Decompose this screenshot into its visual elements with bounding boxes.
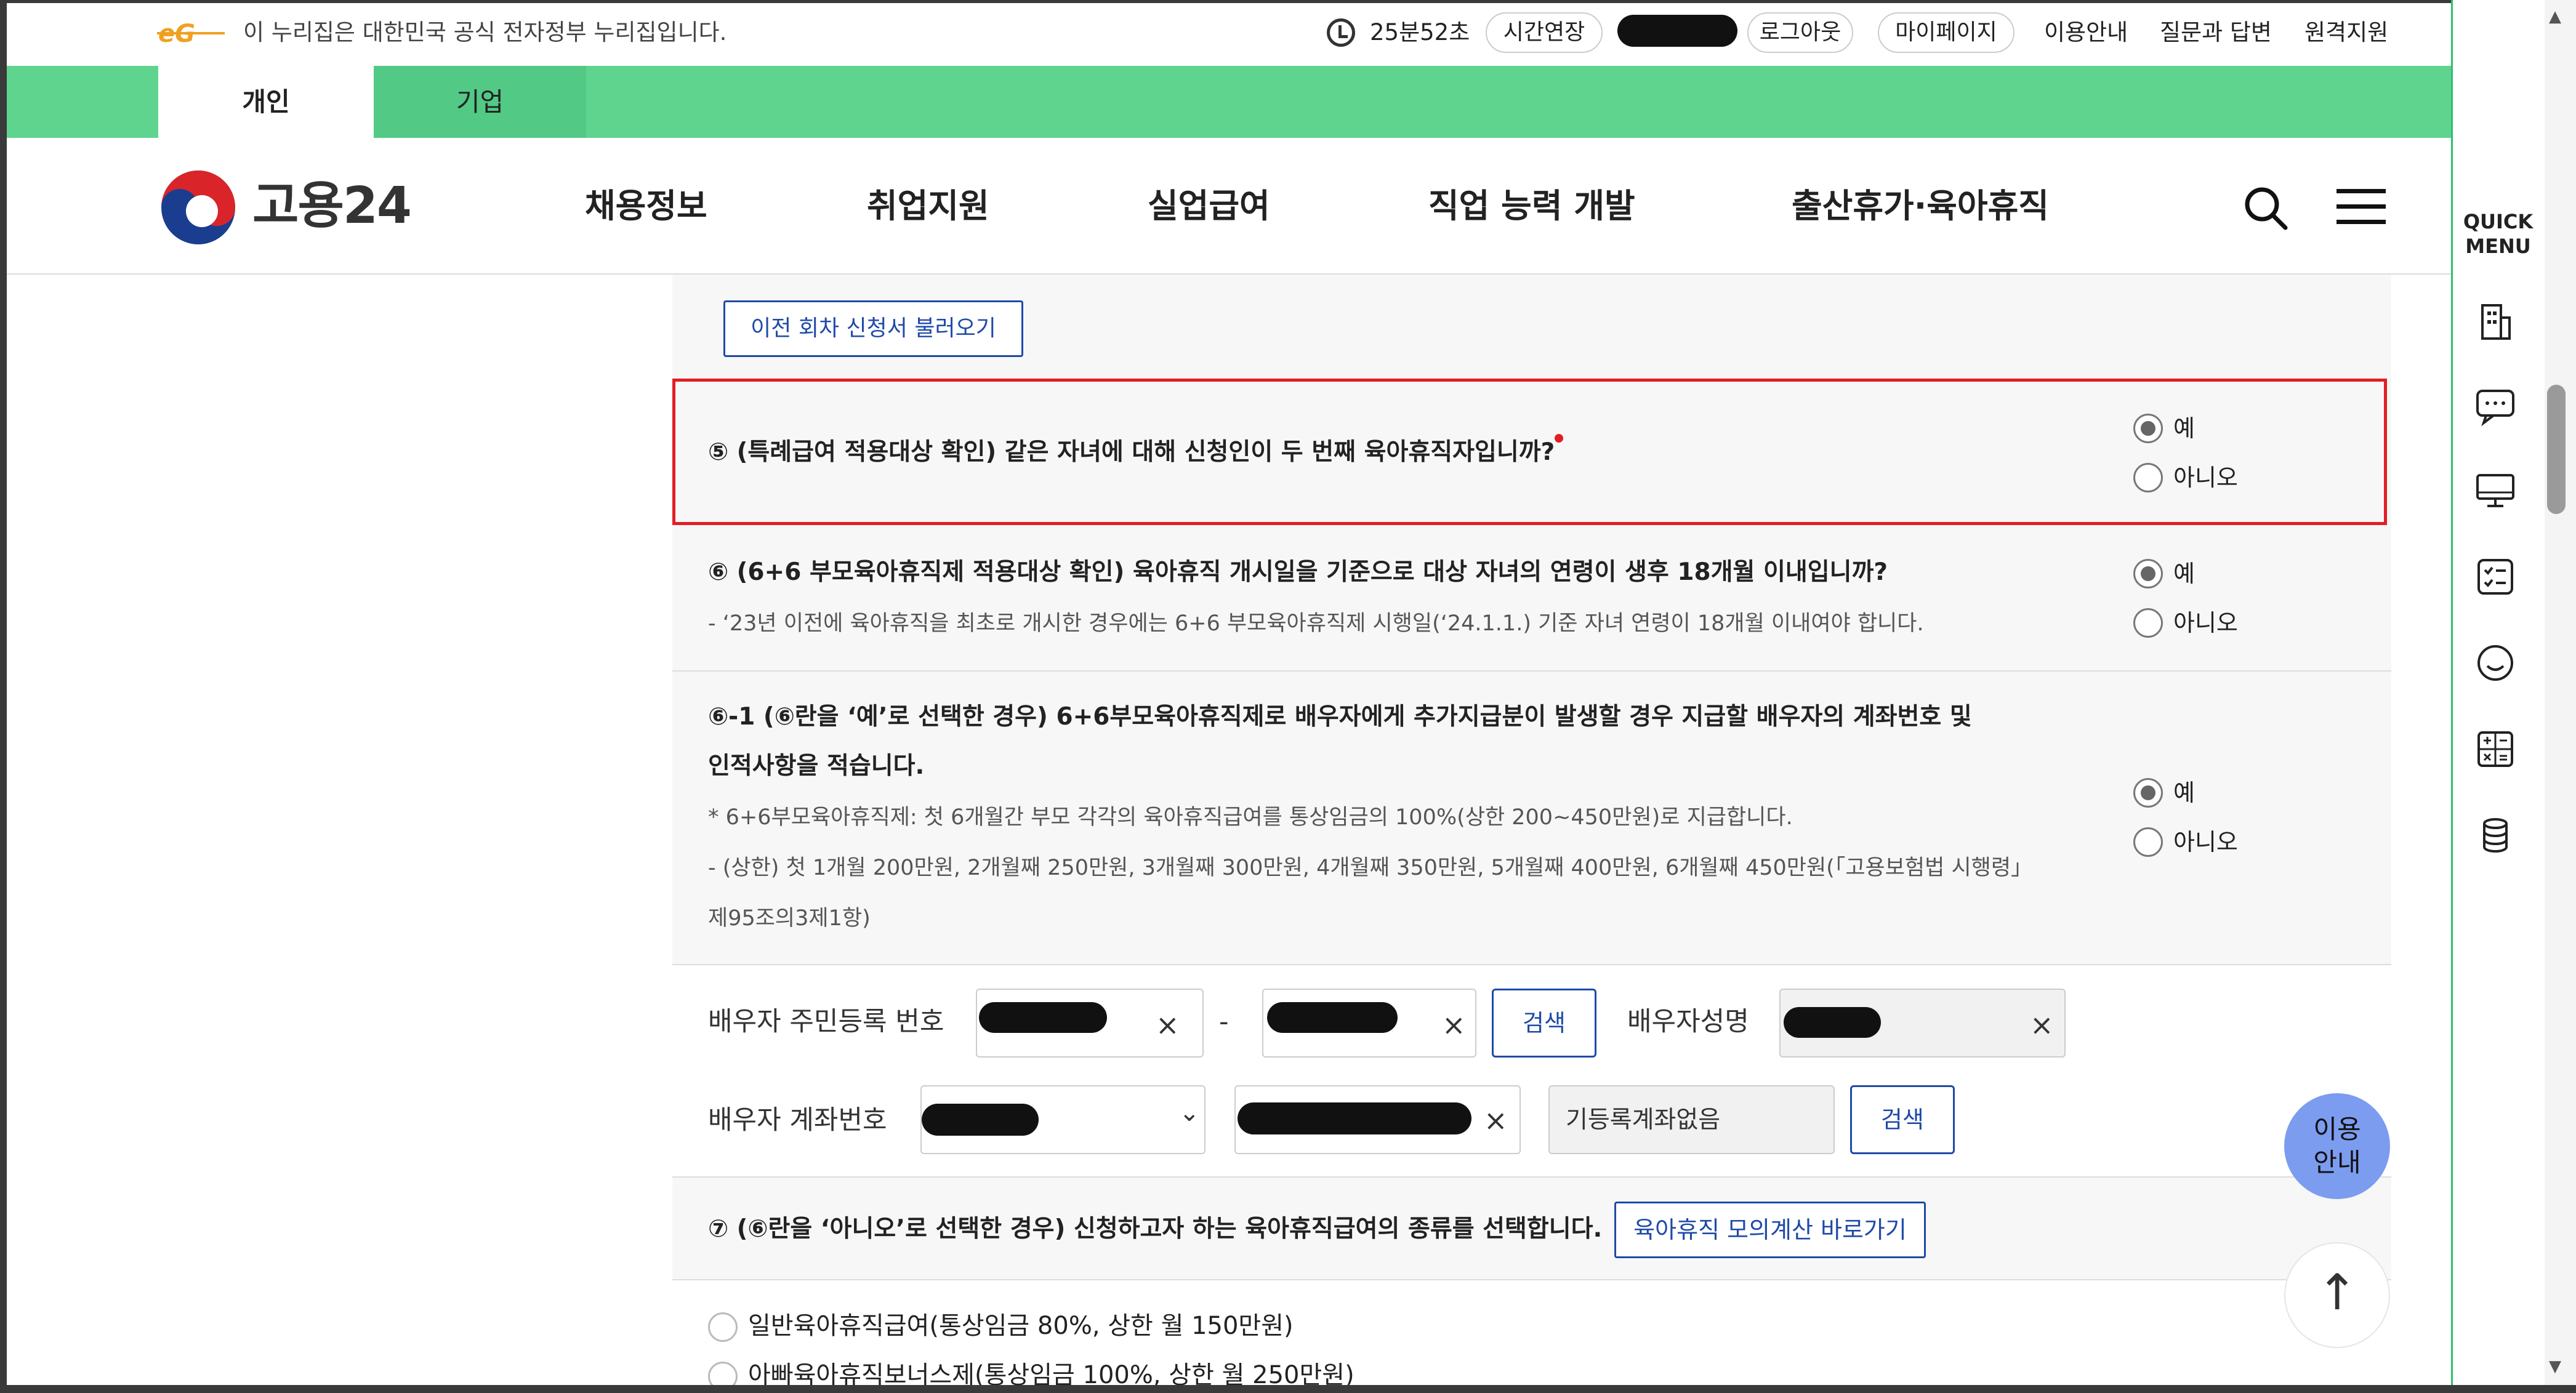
coins-icon[interactable] [2474,814,2517,857]
usage-guide-floating-button[interactable]: 이용 안내 [2284,1093,2390,1199]
building-icon[interactable] [2474,300,2517,343]
brand-name[interactable]: 고용24 [252,172,412,240]
scroll-to-top-button[interactable]: ↑ [2284,1242,2390,1348]
usage-guide-line1: 이용 [2313,1114,2361,1144]
clear-icon[interactable]: × [2030,1006,2054,1043]
redacted-value [922,1104,1039,1136]
monitor-icon[interactable] [2474,469,2517,512]
q6-radio-no[interactable] [2133,608,2163,638]
q6-radio-yes[interactable] [2133,559,2163,588]
redacted-value [1238,1102,1471,1134]
egov-logo-icon: eG [157,20,225,48]
chat-icon[interactable] [2474,385,2517,428]
redacted-username [1617,15,1737,47]
scrollbar-thumb[interactable] [2547,385,2566,514]
spouse-account-search-button[interactable]: 검색 [1850,1085,1955,1154]
q7-label-general: 일반육아휴직급여(통상임금 80%, 상한 월 150만원) [748,1312,1294,1340]
nav-maternity-childcare-leave[interactable]: 출산휴가·육아휴직 [1792,179,2049,234]
redacted-value [1267,1002,1398,1033]
taegeuk-logo-icon [161,171,235,244]
remote-support-link[interactable]: 원격지원 [2304,17,2388,48]
arrow-up-icon: ↑ [2316,1264,2358,1321]
q6-1-label-yes: 예 [2173,779,2195,806]
spouse-rrn-search-button[interactable]: 검색 [1492,989,1596,1058]
q5-label-no: 아니오 [2173,464,2238,491]
required-marker [1555,434,1563,443]
q7-radio-general[interactable] [708,1312,738,1342]
window-frame-bottom [0,1385,2576,1393]
question-6-1-note2: - (상한) 첫 1개월 200만원, 2개월째 250만원, 3개월째 300… [708,856,2033,880]
question-6-note: - ‘23년 이전에 육아휴직을 최초로 개시한 경우에는 6+6 부모육아휴직… [708,611,1924,636]
usage-guide-link[interactable]: 이용안내 [2044,17,2128,48]
window-frame-left [0,0,7,1393]
scroll-up-icon[interactable]: ▲ [2549,7,2561,26]
question-6-1-text-line2: 인적사항을 적습니다. [708,752,925,780]
question-6-text: ⑥ (6+6 부모육아휴직제 적용대상 확인) 육아휴직 개시일을 기준으로 대… [708,558,1888,586]
question-5-text: ⑤ (특례급여 적용대상 확인) 같은 자녀에 대해 신청인이 두 번째 육아휴… [708,438,1555,466]
quick-menu-title-line1: QUICK [2463,210,2534,233]
logout-button[interactable]: 로그아웃 [1747,12,1853,53]
q5-label-yes: 예 [2173,415,2195,442]
no-registered-account-text: 기등록계좌없음 [1566,1106,1721,1134]
question-6-1-note1: * 6+6부모육아휴직제: 첫 6개월간 부모 각각의 육아휴직급여를 통상임금… [708,805,1793,830]
quick-menu-panel [2451,0,2545,1385]
calculator-icon[interactable] [2474,728,2517,771]
extend-time-button[interactable]: 시간연장 [1486,12,1603,53]
row-divider [672,670,2391,672]
page-scrollbar[interactable] [2545,0,2576,1385]
clear-icon[interactable]: × [1442,1006,1466,1043]
q5-radio-yes[interactable] [2133,414,2163,443]
spouse-name-label: 배우자성명 [1627,1006,1749,1037]
clear-icon[interactable]: × [1484,1102,1508,1139]
nav-unemployment-benefit[interactable]: 실업급여 [1148,179,1270,234]
gov-notice-text: 이 누리집은 대한민국 공식 전자정부 누리집입니다. [243,19,727,46]
qna-link[interactable]: 질문과 답변 [2160,17,2272,48]
q6-1-label-no: 아니오 [2173,829,2238,856]
chevron-down-icon[interactable]: ⌄ [1179,1094,1200,1131]
question-7-text: ⑦ (⑥란을 ‘아니오’로 선택한 경우) 신청하고자 하는 육아휴직급여의 종… [708,1215,1603,1243]
q6-label-yes: 예 [2173,560,2195,587]
hamburger-menu-icon[interactable] [2337,187,2386,227]
clear-icon[interactable]: × [1156,1006,1180,1043]
quick-menu-title-line2: MENU [2465,235,2531,258]
usage-guide-line2: 안내 [2313,1147,2361,1178]
tab-business[interactable]: 기업 [374,66,586,138]
q6-1-radio-yes[interactable] [2133,778,2163,808]
q6-label-no: 아니오 [2173,609,2238,636]
quick-menu-title: QUICK MENU [2453,209,2543,259]
question-6-1-note3: 제95조의3제1항) [708,906,871,931]
smile-icon[interactable] [2474,641,2517,684]
tab-individual[interactable]: 개인 [158,66,374,138]
session-timer: 25분52초 [1370,19,1470,46]
nav-vocational-training[interactable]: 직업 능력 개발 [1428,179,1635,234]
q6-1-radio-no[interactable] [2133,827,2163,857]
rrn-dash: - [1219,1006,1229,1037]
simulate-calculation-button[interactable]: 육아휴직 모의계산 바로가기 [1614,1202,1926,1258]
spouse-rrn-label: 배우자 주민등록 번호 [708,1006,944,1037]
checklist-icon[interactable] [2474,555,2517,598]
clock-icon [1327,18,1355,47]
search-icon[interactable] [2241,183,2290,233]
row-divider [672,1176,2391,1178]
question-6-1-text-line1: ⑥-1 (⑥란을 ‘예’로 선택한 경우) 6+6부모육아휴직제로 배우자에게 … [708,703,1972,731]
load-previous-application-button[interactable]: 이전 회차 신청서 불러오기 [723,300,1023,357]
mypage-button[interactable]: 마이페이지 [1878,12,2015,53]
redacted-value [979,1002,1107,1033]
nav-employment-support[interactable]: 취업지원 [867,179,989,234]
nav-job-info[interactable]: 채용정보 [585,179,707,234]
q5-radio-no[interactable] [2133,463,2163,492]
scroll-down-icon[interactable]: ▼ [2549,1357,2561,1376]
redacted-value [1784,1007,1881,1038]
spouse-account-label: 배우자 계좌번호 [708,1105,887,1136]
